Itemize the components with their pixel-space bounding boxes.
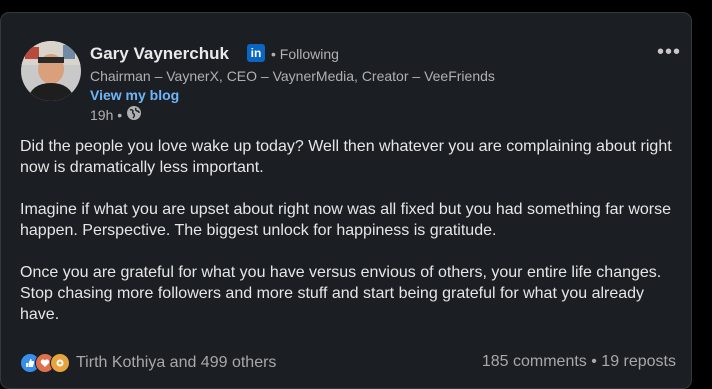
- reactions-summary[interactable]: Tirth Kothiya and 499 others: [20, 353, 276, 373]
- care-icon: [50, 353, 70, 373]
- post-meta: 19h •: [90, 105, 142, 124]
- view-blog-link[interactable]: View my blog: [90, 87, 179, 103]
- author-headline: Chairman – VaynerX, CEO – VaynerMedia, C…: [90, 68, 495, 84]
- more-options-icon[interactable]: •••: [657, 41, 681, 64]
- post-card: Gary Vaynerchuk in • Following ••• Chair…: [0, 12, 692, 389]
- post-time: 19h •: [90, 106, 123, 123]
- post-paragraph: Once you are grateful for what you have …: [20, 264, 662, 323]
- post-paragraph: Did the people you love wake up today? W…: [20, 138, 672, 176]
- post-paragraph: Imagine if what you are upset about righ…: [20, 201, 672, 239]
- engagement-stats[interactable]: 185 comments • 19 reposts: [482, 353, 676, 371]
- globe-icon: [126, 105, 142, 124]
- author-name[interactable]: Gary Vaynerchuk: [90, 44, 229, 64]
- linkedin-icon: in: [247, 44, 265, 62]
- post-body: Did the people you love wake up today? W…: [20, 136, 680, 346]
- avatar[interactable]: [21, 41, 81, 101]
- follow-status[interactable]: • Following: [271, 46, 339, 62]
- reactions-text[interactable]: Tirth Kothiya and 499 others: [76, 354, 276, 372]
